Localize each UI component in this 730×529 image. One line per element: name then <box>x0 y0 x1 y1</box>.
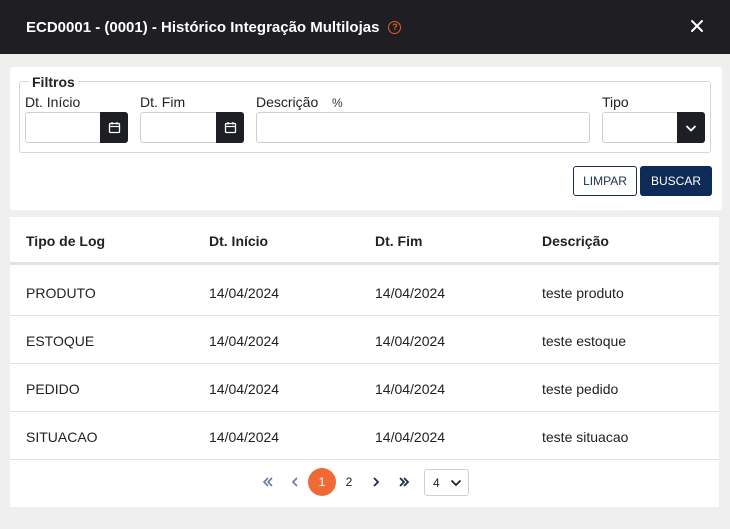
chevron-left-icon[interactable] <box>281 468 309 496</box>
page-2-button[interactable]: 2 <box>335 468 363 496</box>
page-size-select[interactable]: 4 <box>424 469 469 496</box>
log-table: Tipo de Log Dt. Início Dt. Fim Descrição… <box>10 217 719 507</box>
cell-tipo-log: PRODUTO <box>26 285 96 301</box>
dialog-title: ECD0001 - (0001) - Histórico Integração … <box>26 18 380 36</box>
table-row[interactable]: SITUACAO 14/04/2024 14/04/2024 teste sit… <box>10 412 719 460</box>
calendar-icon[interactable] <box>100 112 128 143</box>
cell-dt-inicio: 14/04/2024 <box>209 381 280 397</box>
table-row[interactable]: PEDIDO 14/04/2024 14/04/2024 teste pedid… <box>10 364 719 412</box>
calendar-icon[interactable] <box>216 112 244 143</box>
cell-descricao: teste estoque <box>542 333 627 349</box>
descricao-label: Descrição <box>256 94 319 110</box>
cell-tipo-log: ESTOQUE <box>26 333 95 349</box>
chevron-down-icon <box>450 479 462 487</box>
tipo-label: Tipo <box>602 94 629 110</box>
cell-dt-fim: 14/04/2024 <box>375 285 446 301</box>
clear-button[interactable]: LIMPAR <box>573 166 637 196</box>
chevron-down-icon[interactable] <box>677 112 705 143</box>
page-size-value: 4 <box>433 475 440 490</box>
page-1-button[interactable]: 1 <box>308 468 336 496</box>
column-header[interactable]: Dt. Fim <box>375 233 422 249</box>
search-button[interactable]: BUSCAR <box>640 166 712 196</box>
cell-descricao: teste situacao <box>542 429 629 445</box>
dt-inicio-label: Dt. Início <box>25 94 81 110</box>
dt-inicio-field[interactable] <box>25 112 128 143</box>
dialog-header: ECD0001 - (0001) - Histórico Integração … <box>0 0 730 54</box>
cell-descricao: teste pedido <box>542 381 619 397</box>
table-row[interactable]: PRODUTO 14/04/2024 14/04/2024 teste prod… <box>10 268 719 316</box>
filters-panel: Filtros Dt. Início Dt. Fim Descrição % T… <box>10 67 722 210</box>
double-chevron-left-icon[interactable] <box>254 468 282 496</box>
cell-tipo-log: PEDIDO <box>26 381 80 397</box>
dt-fim-field[interactable] <box>140 112 244 143</box>
pagination: 1 2 4 <box>10 468 719 496</box>
table-header: Tipo de Log Dt. Início Dt. Fim Descrição <box>10 217 719 265</box>
descricao-wildcard-hint: % <box>332 96 343 110</box>
cell-dt-fim: 14/04/2024 <box>375 429 446 445</box>
close-icon[interactable] <box>688 17 706 35</box>
cell-dt-fim: 14/04/2024 <box>375 333 446 349</box>
column-header[interactable]: Dt. Início <box>209 233 268 249</box>
cell-tipo-log: SITUACAO <box>26 429 98 445</box>
column-header[interactable]: Tipo de Log <box>26 233 105 249</box>
filters-fieldset: Filtros Dt. Início Dt. Fim Descrição % T… <box>19 74 711 153</box>
double-chevron-right-icon[interactable] <box>390 468 418 496</box>
tipo-select[interactable] <box>602 112 705 143</box>
descricao-input[interactable] <box>256 112 590 143</box>
cell-dt-inicio: 14/04/2024 <box>209 285 280 301</box>
chevron-right-icon[interactable] <box>362 468 390 496</box>
table-row[interactable]: ESTOQUE 14/04/2024 14/04/2024 teste esto… <box>10 316 719 364</box>
column-header[interactable]: Descrição <box>542 233 609 249</box>
dt-fim-label: Dt. Fim <box>140 94 186 110</box>
question-circle-icon[interactable]: ? <box>388 20 402 34</box>
cell-descricao: teste produto <box>542 285 624 301</box>
filters-legend: Filtros <box>29 74 78 90</box>
cell-dt-inicio: 14/04/2024 <box>209 429 280 445</box>
cell-dt-fim: 14/04/2024 <box>375 381 446 397</box>
cell-dt-inicio: 14/04/2024 <box>209 333 280 349</box>
